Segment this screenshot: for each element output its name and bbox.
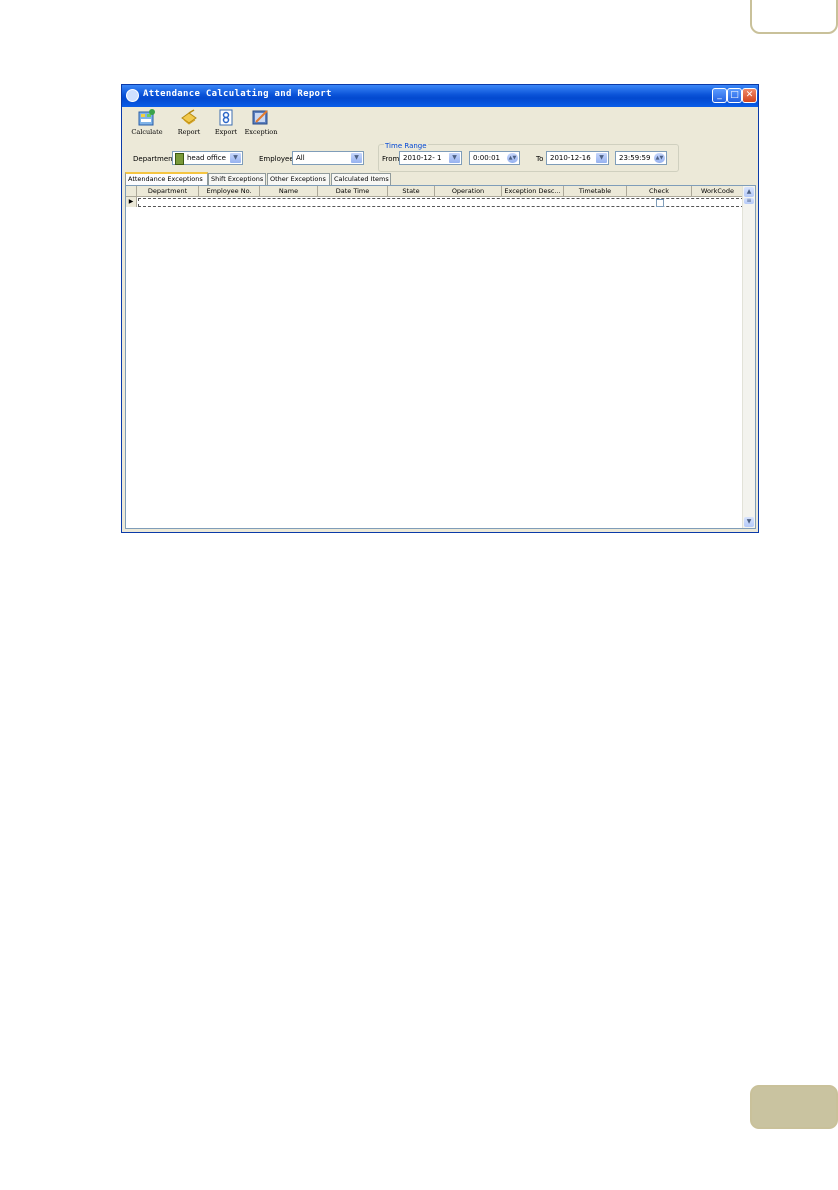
table-row[interactable]: ▶ (126, 197, 744, 207)
report-icon (181, 109, 197, 125)
department-value: head office (187, 154, 226, 162)
title-bar[interactable]: Attendance Calculating and Report _ □ ✕ (122, 85, 758, 107)
column-header[interactable]: Check (627, 186, 692, 196)
row-pointer-icon: ▶ (126, 197, 137, 207)
column-header[interactable]: State (388, 186, 435, 196)
to-time-value: 23:59:59 (619, 154, 651, 162)
from-date-value: 2010-12- 1 (403, 154, 442, 162)
employee-value: All (296, 154, 305, 162)
vertical-scrollbar[interactable]: ▲ ≡ ▼ (742, 186, 755, 528)
from-time-value: 0:00:01 (473, 154, 500, 162)
column-header[interactable]: Operation (435, 186, 502, 196)
page-corner-tab-top (750, 0, 838, 34)
employee-select[interactable]: All ▼ (292, 151, 364, 165)
filter-panel: Department head office ▼ Employee All ▼ … (125, 142, 757, 172)
column-header[interactable]: Employee No. (199, 186, 260, 196)
close-button[interactable]: ✕ (742, 88, 757, 103)
tab-attendance-exceptions[interactable]: Attendance Exceptions (125, 172, 208, 185)
page-corner-tab-bottom (750, 1085, 838, 1129)
scroll-thumb[interactable]: ≡ (744, 198, 754, 204)
column-header[interactable]: Department (137, 186, 199, 196)
exception-icon (252, 110, 268, 125)
toolbar: Calculate Report Export Exception (125, 109, 325, 139)
from-date-picker[interactable]: 2010-12- 1 ▼ (399, 151, 462, 165)
attendance-window: Attendance Calculating and Report _ □ ✕ … (121, 84, 759, 533)
tab-shift-exceptions[interactable]: Shift Exceptions (208, 173, 266, 185)
exceptions-table[interactable]: Department Employee No. Name Date Time S… (125, 185, 756, 529)
chevron-down-icon[interactable]: ▼ (596, 153, 607, 163)
column-header[interactable]: Exception Desc... (502, 186, 564, 196)
exception-label: Exception (244, 128, 278, 136)
chevron-down-icon[interactable]: ▼ (230, 153, 241, 163)
new-row-cells[interactable] (138, 198, 744, 207)
column-header[interactable]: Name (260, 186, 318, 196)
tab-calculated-items[interactable]: Calculated Items (331, 173, 391, 185)
from-label: From (382, 155, 400, 163)
chevron-down-icon[interactable]: ▼ (449, 153, 460, 163)
minimize-button[interactable]: _ (712, 88, 727, 103)
column-header[interactable]: Date Time (318, 186, 388, 196)
exception-button[interactable]: Exception (239, 109, 283, 139)
check-checkbox[interactable] (656, 199, 664, 207)
department-label: Department (133, 155, 176, 163)
scroll-down-icon[interactable]: ▼ (744, 517, 754, 527)
to-date-picker[interactable]: 2010-12-16 ▼ (546, 151, 609, 165)
calculate-icon (138, 109, 155, 126)
export-icon (219, 109, 233, 126)
tab-other-exceptions[interactable]: Other Exceptions (267, 173, 330, 185)
column-header[interactable]: Timetable (564, 186, 627, 196)
maximize-button[interactable]: □ (727, 88, 742, 103)
department-select[interactable]: head office ▼ (172, 151, 243, 165)
time-range-title: Time Range (384, 142, 428, 150)
calculate-button[interactable]: Calculate (125, 109, 169, 139)
to-date-value: 2010-12-16 (550, 154, 591, 162)
app-icon (126, 89, 139, 102)
window-title: Attendance Calculating and Report (143, 89, 332, 99)
from-time-stepper[interactable]: 0:00:01 ▲▼ (469, 151, 520, 165)
chevron-down-icon[interactable]: ▼ (351, 153, 362, 163)
department-tree-icon (175, 153, 184, 165)
employee-label: Employee (259, 155, 294, 163)
spinner-icon[interactable]: ▲▼ (654, 153, 665, 163)
spinner-icon[interactable]: ▲▼ (507, 153, 518, 163)
scroll-up-icon[interactable]: ▲ (744, 187, 754, 197)
calculate-label: Calculate (131, 128, 163, 136)
to-label: To (536, 155, 544, 163)
row-indicator-header (126, 186, 137, 196)
table-header: Department Employee No. Name Date Time S… (126, 186, 744, 197)
to-time-stepper[interactable]: 23:59:59 ▲▼ (615, 151, 667, 165)
column-header[interactable]: WorkCode (692, 186, 744, 196)
